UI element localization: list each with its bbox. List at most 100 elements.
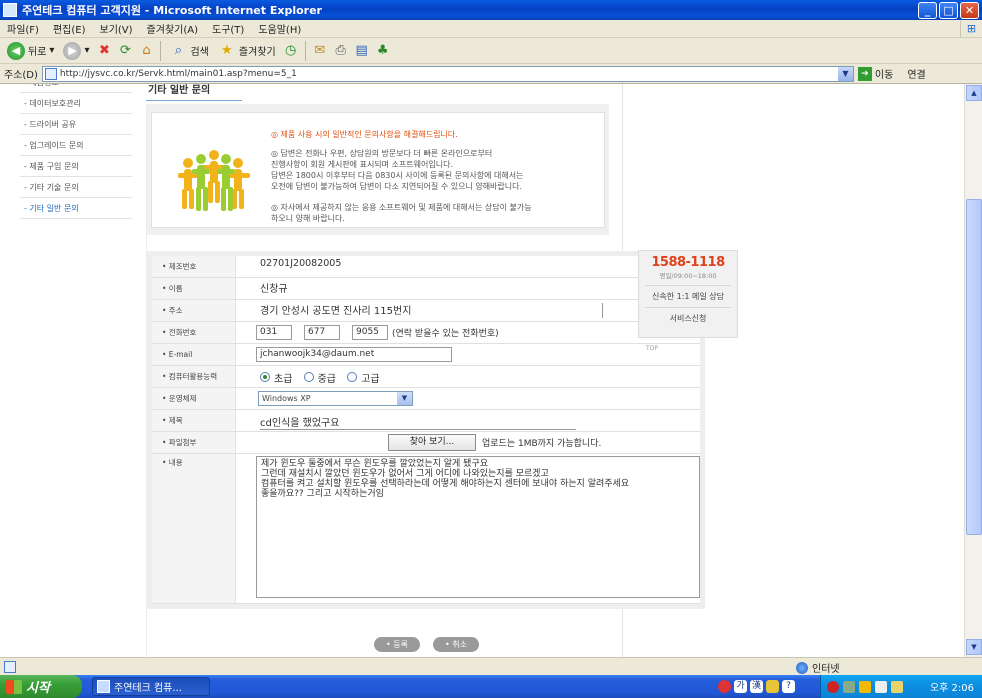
menu-view[interactable]: 보기(V) [93, 21, 140, 36]
favorites-button[interactable]: ★ 즐겨찾기 [215, 40, 279, 62]
edit-icon[interactable]: ▤ [353, 42, 371, 60]
address-url[interactable]: http://jysvc.co.kr/Servk.html/main01.asp… [60, 69, 838, 79]
menu-file[interactable]: 파일(F) [0, 21, 46, 36]
clock[interactable]: 오후 2:06 [930, 679, 974, 694]
browse-button[interactable]: 찾아 보기... [388, 434, 476, 451]
search-button[interactable]: ⌕ 검색 [166, 40, 211, 62]
search-label: 검색 [190, 47, 209, 58]
scroll-down-icon[interactable]: ▼ [966, 639, 982, 655]
network-icon[interactable] [843, 680, 855, 693]
skill-label-beginner: 초급 [274, 374, 293, 385]
submit-button[interactable]: • 등록 [374, 637, 420, 652]
antivirus-icon[interactable] [827, 680, 839, 693]
notice-line: 진행사항이 회원 게시판에 표시되며 소프트웨어입니다. [271, 160, 453, 169]
nav-item-upgrade[interactable]: - 업그레이드 문의 [20, 135, 132, 156]
window-title: 주연테크 컴퓨터 고객지원 - Microsoft Internet Explo… [22, 4, 322, 17]
toolbar-separator [304, 40, 306, 61]
forward-button[interactable]: ▶ ▾ [60, 40, 92, 62]
scroll-up-icon[interactable]: ▲ [966, 85, 982, 101]
skill-radio-advanced[interactable] [347, 371, 358, 382]
minimize-button[interactable]: _ [918, 1, 937, 19]
go-button[interactable]: ➔ 이동 [857, 66, 894, 81]
chevron-down-icon[interactable]: ▾ [84, 45, 89, 56]
people-illustration [178, 150, 250, 211]
help-icon[interactable]: ? [782, 680, 795, 693]
start-button[interactable]: 시작 [0, 675, 82, 698]
print-icon[interactable]: ⎙ [332, 42, 350, 60]
chevron-down-icon[interactable]: ▾ [49, 45, 54, 56]
maximize-button[interactable]: □ [939, 1, 958, 19]
menu-bar: 파일(F) 편집(E) 보기(V) 즐겨찾기(A) 도구(T) 도움말(H) ⊞ [0, 20, 982, 38]
ime-icon[interactable]: 가 [734, 680, 747, 693]
back-button[interactable]: ◀ 뒤로 ▾ [4, 40, 57, 62]
nav-item-general[interactable]: - 기타 일반 문의 [20, 198, 132, 219]
vertical-scrollbar[interactable]: ▲ ▼ [964, 84, 982, 657]
skill-radio-intermediate[interactable] [303, 371, 314, 382]
address-label: 주소(D) [4, 70, 38, 81]
phone-last-input[interactable]: 9055 [352, 325, 388, 340]
notice-line: ◎ 제품 사용 시의 일반적인 문의사항을 해결해드립니다. [271, 130, 458, 139]
menu-tools[interactable]: 도구(T) [205, 21, 251, 36]
go-label: 이동 [874, 70, 894, 81]
cancel-button[interactable]: • 취소 [433, 637, 479, 652]
menu-favorites[interactable]: 즐겨찾기(A) [140, 21, 205, 36]
content-textarea[interactable]: 제가 윈도우 둘중에서 무슨 윈도우를 깔았었는지 알게 됐구요 그런데 재설치… [256, 456, 700, 598]
form-label: • 제조번호 [152, 256, 236, 277]
phone-mid-input[interactable]: 677 [304, 325, 340, 340]
form-row-subject: • 제목 cd인식을 했었구요 [152, 410, 700, 432]
divider [645, 285, 731, 286]
hanja-icon[interactable]: 漢 [750, 680, 763, 693]
nav-item-data-protection[interactable]: - 데이터보호관리 [20, 93, 132, 114]
skill-label-advanced: 고급 [361, 374, 380, 385]
form-row-product-no: • 제조번호 02701J20082005 [152, 256, 700, 278]
home-icon[interactable]: ⌂ [137, 42, 155, 60]
notice-line: 하오니 양해 바랍니다. [271, 214, 345, 223]
email-consult-link[interactable]: 신속한 1:1 메일 상담 [639, 291, 737, 302]
phone-area-input[interactable]: 031 [256, 325, 292, 340]
skill-label-intermediate: 중급 [317, 374, 336, 385]
scroll-thumb[interactable] [966, 199, 982, 535]
form-row-attachment: • 파일첨부 찾아 보기... 업로드는 1MB까지 가능합니다. [152, 432, 700, 454]
close-button[interactable]: ✕ [960, 1, 979, 19]
windows-flag-icon [6, 679, 22, 694]
refresh-icon[interactable]: ⟳ [116, 42, 134, 60]
zone-label: 인터넷 [812, 664, 840, 675]
volume-icon[interactable] [875, 680, 887, 693]
skill-radio-beginner[interactable] [260, 371, 270, 382]
menu-edit[interactable]: 편집(E) [46, 21, 93, 36]
form-row-email: • E-mail jchanwoojk34@daum.net [152, 344, 700, 366]
subject-input[interactable]: cd인식을 했었구요 [260, 414, 576, 430]
update-icon[interactable] [859, 680, 871, 693]
windows-logo-icon: ⊞ [960, 20, 982, 37]
service-request-link[interactable]: 서비스신청 [639, 313, 737, 324]
nav-item-tech[interactable]: - 기타 기술 문의 [20, 177, 132, 198]
chevron-down-icon[interactable]: ▼ [837, 66, 853, 81]
stop-icon[interactable]: ✖ [95, 42, 113, 60]
settings-icon[interactable] [766, 680, 779, 693]
nav-item-purchase[interactable]: - 제품 구입 문의 [20, 156, 132, 177]
address-input[interactable]: http://jysvc.co.kr/Servk.html/main01.asp… [41, 65, 854, 82]
form-row-address: • 주소 경기 안성시 공도면 진사리 115번지 [152, 300, 700, 322]
taskbar-item-ie[interactable]: 주연테크 컴퓨... [92, 677, 210, 696]
messenger-icon[interactable]: ♣ [374, 42, 392, 60]
display-icon[interactable] [891, 680, 903, 693]
product-no-value: 02701J20082005 [260, 258, 342, 269]
form-row-skill: • 컴퓨터활용능력 초급 중급 고급 [152, 366, 700, 388]
nav-item-product-info[interactable]: - 제품정보 [20, 84, 132, 93]
language-icon[interactable] [718, 680, 731, 693]
notice-line: 답변은 1800시 이후부터 다음 0830시 사이에 등록된 문의사항에 대해… [271, 171, 524, 180]
mail-icon[interactable]: ✉ [311, 42, 329, 60]
top-link[interactable]: TOP [646, 345, 658, 352]
form-label: • 컴퓨터활용능력 [152, 366, 236, 387]
menu-help[interactable]: 도움말(H) [251, 21, 308, 36]
attachment-note: 업로드는 1MB까지 가능합니다. [482, 439, 602, 449]
os-select[interactable]: Windows XP ▼ [258, 391, 413, 406]
forward-arrow-icon: ▶ [63, 41, 82, 60]
history-icon[interactable]: ◷ [282, 42, 300, 60]
email-input[interactable]: jchanwoojk34@daum.net [256, 347, 452, 362]
links-label[interactable]: 연결 [907, 66, 925, 81]
nav-item-driver[interactable]: - 드라이버 공유 [20, 114, 132, 135]
form-label: • 내용 [152, 454, 236, 603]
globe-icon [796, 661, 808, 674]
chevron-down-icon[interactable]: ▼ [397, 392, 412, 405]
